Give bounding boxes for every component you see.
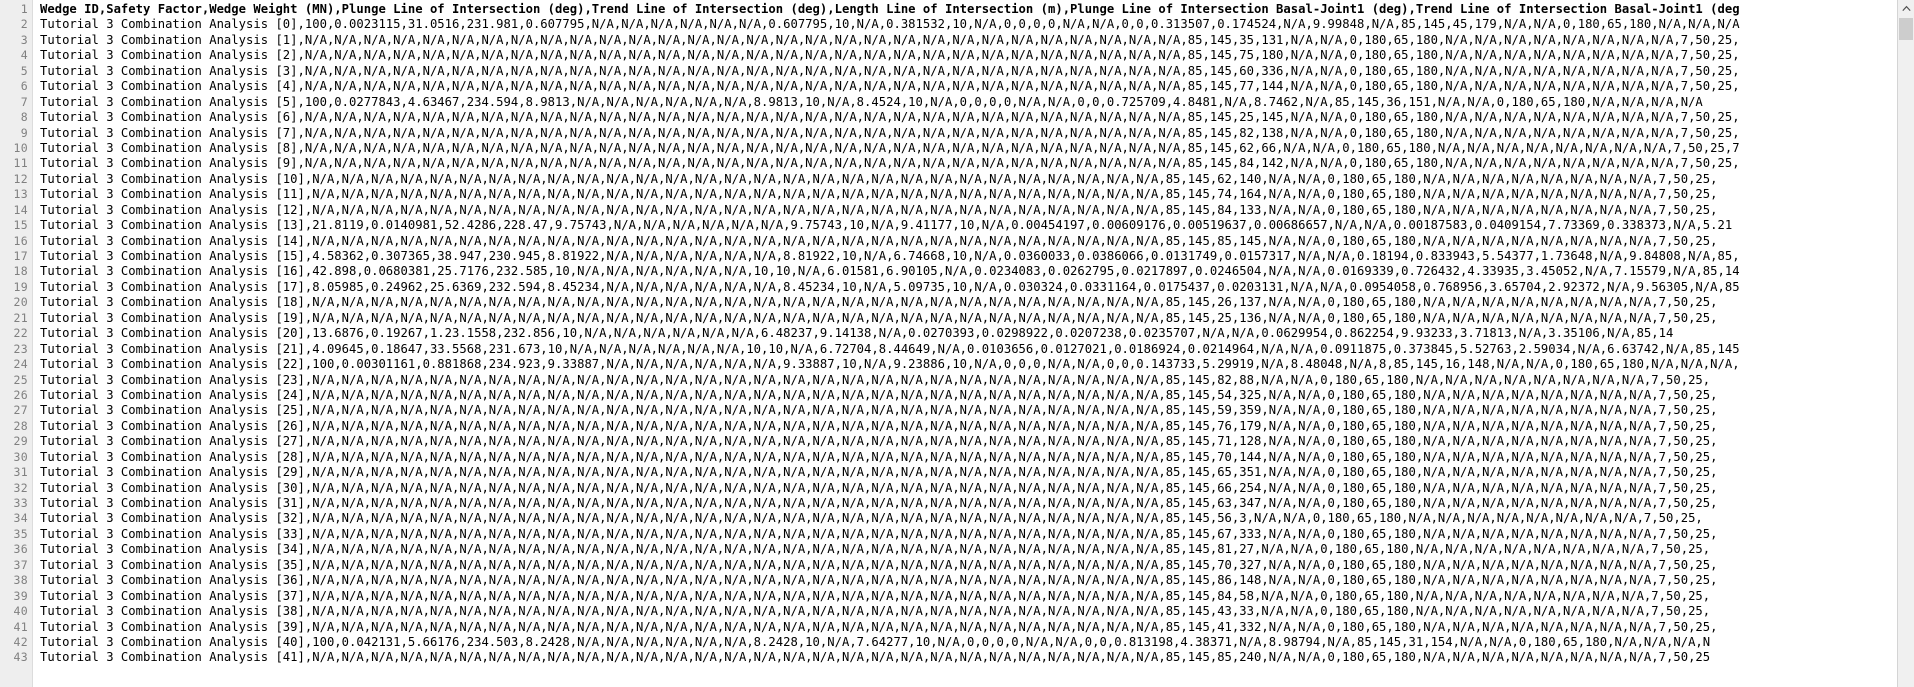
- csv-data-line[interactable]: Tutorial 3 Combination Analysis [25],N/A…: [40, 403, 1897, 418]
- line-number: 4: [20, 48, 28, 63]
- csv-data-line[interactable]: Tutorial 3 Combination Analysis [33],N/A…: [40, 527, 1897, 542]
- line-number: 34: [13, 511, 28, 526]
- line-number: 8: [20, 110, 28, 125]
- csv-data-line[interactable]: Tutorial 3 Combination Analysis [20],13.…: [40, 326, 1897, 341]
- line-number: 26: [13, 387, 28, 402]
- csv-data-line[interactable]: Tutorial 3 Combination Analysis [14],N/A…: [40, 234, 1897, 249]
- line-number: 6: [20, 79, 28, 94]
- csv-data-line[interactable]: Tutorial 3 Combination Analysis [0],100,…: [40, 17, 1897, 32]
- csv-data-line[interactable]: Tutorial 3 Combination Analysis [7],N/A,…: [40, 126, 1897, 141]
- chevron-up-icon: [1901, 5, 1911, 12]
- csv-data-line[interactable]: Tutorial 3 Combination Analysis [28],N/A…: [40, 450, 1897, 465]
- csv-data-line[interactable]: Tutorial 3 Combination Analysis [40],100…: [40, 635, 1897, 650]
- line-number: 5: [20, 63, 28, 78]
- line-number: 32: [13, 480, 28, 495]
- scroll-up-button[interactable]: [1898, 0, 1914, 17]
- line-number: 39: [13, 588, 28, 603]
- csv-data-line[interactable]: Tutorial 3 Combination Analysis [1],N/A,…: [40, 33, 1897, 48]
- csv-data-line[interactable]: Tutorial 3 Combination Analysis [3],N/A,…: [40, 64, 1897, 79]
- csv-data-line[interactable]: Tutorial 3 Combination Analysis [11],N/A…: [40, 187, 1897, 202]
- csv-data-line[interactable]: Tutorial 3 Combination Analysis [21],4.0…: [40, 342, 1897, 357]
- line-number: 25: [13, 372, 28, 387]
- csv-data-line[interactable]: Tutorial 3 Combination Analysis [38],N/A…: [40, 604, 1897, 619]
- csv-header-line[interactable]: Wedge ID,Safety Factor,Wedge Weight (MN)…: [40, 2, 1897, 17]
- csv-data-line[interactable]: Tutorial 3 Combination Analysis [2],N/A,…: [40, 48, 1897, 63]
- csv-data-line[interactable]: Tutorial 3 Combination Analysis [27],N/A…: [40, 434, 1897, 449]
- line-number: 21: [13, 310, 28, 325]
- line-number: 16: [13, 233, 28, 248]
- scrollbar-thumb[interactable]: [1899, 18, 1913, 40]
- csv-data-line[interactable]: Tutorial 3 Combination Analysis [13],21.…: [40, 218, 1897, 233]
- line-number: 17: [13, 249, 28, 263]
- line-number: 12: [13, 171, 28, 186]
- line-number: 20: [13, 295, 28, 310]
- line-number: 3: [20, 32, 28, 47]
- csv-data-line[interactable]: Tutorial 3 Combination Analysis [6],N/A,…: [40, 110, 1897, 125]
- line-number: 38: [13, 573, 28, 588]
- csv-data-line[interactable]: Tutorial 3 Combination Analysis [32],N/A…: [40, 511, 1897, 526]
- line-number: 37: [13, 557, 28, 572]
- line-number: 15: [13, 218, 28, 233]
- csv-text-content[interactable]: Wedge ID,Safety Factor,Wedge Weight (MN)…: [33, 0, 1897, 687]
- csv-data-line[interactable]: Tutorial 3 Combination Analysis [5],100,…: [40, 95, 1897, 110]
- csv-data-line[interactable]: Tutorial 3 Combination Analysis [36],N/A…: [40, 573, 1897, 588]
- line-number: 43: [13, 650, 28, 665]
- csv-data-line[interactable]: Tutorial 3 Combination Analysis [8],N/A,…: [40, 141, 1897, 156]
- line-number: 30: [13, 449, 28, 464]
- line-number: 19: [13, 279, 28, 294]
- line-number: 29: [13, 434, 28, 449]
- line-number: 41: [13, 619, 28, 634]
- csv-data-line[interactable]: Tutorial 3 Combination Analysis [29],N/A…: [40, 465, 1897, 480]
- line-number: 13: [13, 187, 28, 202]
- line-number: 42: [13, 634, 28, 649]
- csv-data-line[interactable]: Tutorial 3 Combination Analysis [10],N/A…: [40, 172, 1897, 187]
- csv-data-line[interactable]: Tutorial 3 Combination Analysis [4],N/A,…: [40, 79, 1897, 94]
- csv-data-line[interactable]: Tutorial 3 Combination Analysis [12],N/A…: [40, 203, 1897, 218]
- line-number: 18: [13, 264, 28, 279]
- line-number: 22: [13, 326, 28, 341]
- line-number: 14: [13, 202, 28, 217]
- csv-data-line[interactable]: Tutorial 3 Combination Analysis [34],N/A…: [40, 542, 1897, 557]
- line-number: 31: [13, 465, 28, 480]
- csv-data-line[interactable]: Tutorial 3 Combination Analysis [9],N/A,…: [40, 156, 1897, 171]
- line-number: 33: [13, 496, 28, 510]
- scrollbar-track[interactable]: [1899, 40, 1914, 687]
- line-number: 2: [20, 17, 28, 32]
- line-number: 40: [13, 604, 28, 619]
- line-number: 1: [20, 2, 28, 16]
- csv-data-line[interactable]: Tutorial 3 Combination Analysis [35],N/A…: [40, 558, 1897, 573]
- line-number: 36: [13, 542, 28, 557]
- line-number: 24: [13, 357, 28, 372]
- csv-data-line[interactable]: Tutorial 3 Combination Analysis [18],N/A…: [40, 295, 1897, 310]
- line-number-gutter: 1 2 3 4 5 6 7 8 9 10 11 12 13 14 15 16 17 18 19 20 21 22 23 24 2…: [0, 0, 33, 687]
- line-number: 28: [13, 418, 28, 433]
- csv-data-line[interactable]: Tutorial 3 Combination Analysis [37],N/A…: [40, 589, 1897, 604]
- line-number: 11: [13, 156, 28, 171]
- line-number: 7: [20, 94, 28, 109]
- csv-data-line[interactable]: Tutorial 3 Combination Analysis [26],N/A…: [40, 419, 1897, 434]
- line-number: 23: [13, 341, 28, 356]
- csv-data-line[interactable]: Tutorial 3 Combination Analysis [19],N/A…: [40, 311, 1897, 326]
- line-number: 35: [13, 526, 28, 541]
- csv-data-line[interactable]: Tutorial 3 Combination Analysis [31],N/A…: [40, 496, 1897, 511]
- vertical-scrollbar[interactable]: [1897, 0, 1914, 687]
- csv-data-line[interactable]: Tutorial 3 Combination Analysis [17],8.0…: [40, 280, 1897, 295]
- csv-data-line[interactable]: Tutorial 3 Combination Analysis [30],N/A…: [40, 481, 1897, 496]
- csv-data-line[interactable]: Tutorial 3 Combination Analysis [39],N/A…: [40, 620, 1897, 635]
- csv-data-line[interactable]: Tutorial 3 Combination Analysis [23],N/A…: [40, 373, 1897, 388]
- csv-data-line[interactable]: Tutorial 3 Combination Analysis [15],4.5…: [40, 249, 1897, 264]
- text-editor-viewport: 1 2 3 4 5 6 7 8 9 10 11 12 13 14 15 16 17 18 19 20 21 22 23 24 2…: [0, 0, 1914, 687]
- csv-data-line[interactable]: Tutorial 3 Combination Analysis [41],N/A…: [40, 650, 1897, 665]
- csv-data-line[interactable]: Tutorial 3 Combination Analysis [22],100…: [40, 357, 1897, 372]
- csv-data-line[interactable]: Tutorial 3 Combination Analysis [16],42.…: [40, 264, 1897, 279]
- line-number: 27: [13, 403, 28, 418]
- line-number: 10: [13, 140, 28, 155]
- csv-data-line[interactable]: Tutorial 3 Combination Analysis [24],N/A…: [40, 388, 1897, 403]
- line-number: 9: [20, 125, 28, 140]
